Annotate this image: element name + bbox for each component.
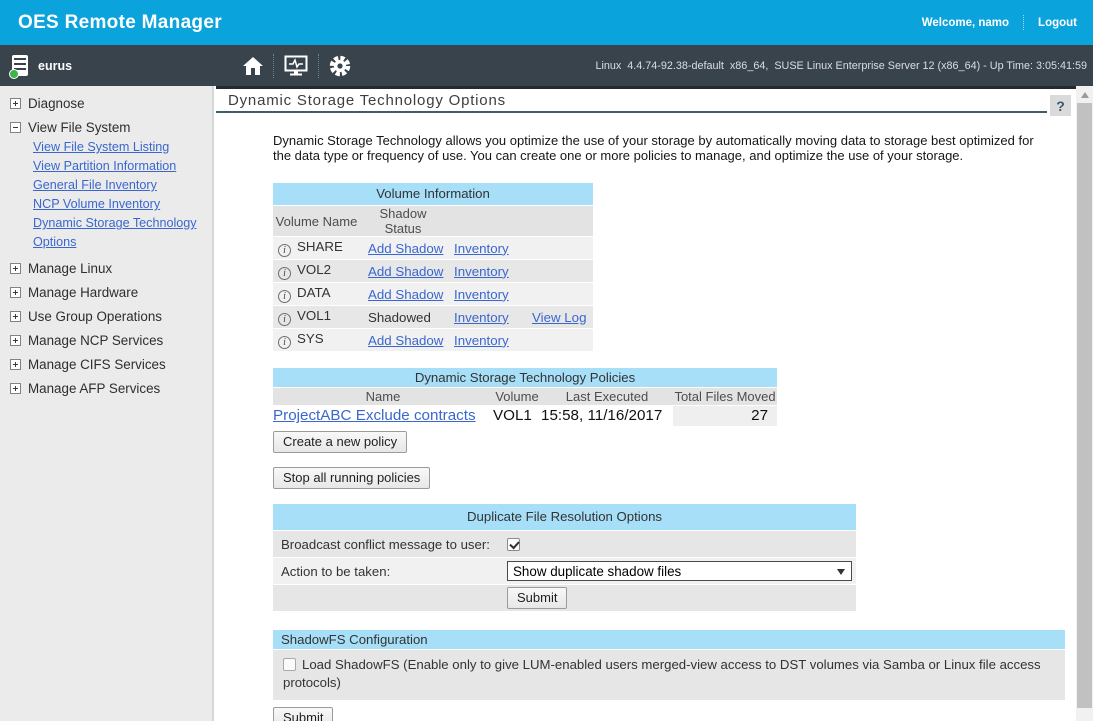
sidebar-item-manage-ncp-services[interactable]: Manage NCP Services: [0, 333, 212, 348]
sidebar-link-view-partition-information[interactable]: View Partition Information: [33, 157, 213, 176]
sidebar-link-dynamic-storage-technology-options[interactable]: Dynamic Storage Technology Options: [33, 214, 213, 252]
scrollbar-thumb[interactable]: [1077, 103, 1092, 708]
shadowfs-submit-button[interactable]: Submit: [273, 707, 333, 721]
col-volume-name: Volume Name: [273, 206, 360, 237]
add-shadow-link[interactable]: Add Shadow: [368, 264, 443, 279]
volume-row: iSHARE Add Shadow Inventory: [273, 237, 593, 260]
policy-volume: VOL1: [493, 405, 541, 426]
shadowed-status-text: Shadowed: [368, 310, 431, 325]
sidebar-item-manage-linux[interactable]: Manage Linux: [0, 261, 212, 276]
info-icon[interactable]: i: [278, 313, 291, 326]
duplicate-file-resolution-table: Duplicate File Resolution Options Broadc…: [273, 504, 856, 613]
server-name: eurus: [38, 59, 72, 73]
policies-table-title: Dynamic Storage Technology Policies: [273, 368, 777, 387]
system-info-text: Linux 4.4.74-92.38-default x86_64, SUSE …: [595, 60, 1087, 72]
statusbar-divider: [273, 54, 274, 78]
header-divider: [1023, 15, 1024, 30]
policy-total-files: 27: [673, 405, 777, 426]
broadcast-conflict-checkbox[interactable]: [507, 538, 520, 551]
logout-link[interactable]: Logout: [1038, 17, 1077, 29]
info-icon[interactable]: i: [278, 336, 291, 349]
server-icon: [12, 55, 28, 76]
dst-policies-table: Dynamic Storage Technology Policies Name…: [273, 368, 777, 427]
load-shadowfs-label: Load ShadowFS (Enable only to give LUM-e…: [283, 657, 1041, 690]
sidebar-item-diagnose[interactable]: Diagnose: [0, 96, 212, 111]
scrollbar-up-arrow[interactable]: [1076, 86, 1093, 103]
page-title: Dynamic Storage Technology Options: [216, 92, 1047, 113]
monitor-icon[interactable]: [284, 55, 308, 76]
tree-collapse-icon[interactable]: [10, 122, 21, 133]
volume-row: iVOL2 Add Shadow Inventory: [273, 260, 593, 283]
info-icon[interactable]: i: [278, 267, 291, 280]
info-icon[interactable]: i: [278, 244, 291, 257]
volume-row: iDATA Add Shadow Inventory: [273, 283, 593, 306]
add-shadow-link[interactable]: Add Shadow: [368, 241, 443, 256]
info-icon[interactable]: i: [278, 290, 291, 303]
server-status-green-dot: [9, 69, 19, 79]
tree-expand-icon[interactable]: [10, 263, 21, 274]
sidebar-item-manage-cifs-services[interactable]: Manage CIFS Services: [0, 357, 212, 372]
inventory-link[interactable]: Inventory: [454, 264, 509, 279]
broadcast-conflict-label: Broadcast conflict message to user:: [273, 531, 501, 558]
main-content: Dynamic Storage Technology Options ? Dyn…: [216, 86, 1076, 721]
volume-row: iVOL1 Shadowed Inventory View Log: [273, 306, 593, 329]
action-select-value: Show duplicate shadow files: [513, 564, 681, 579]
tree-expand-icon[interactable]: [10, 311, 21, 322]
chevron-down-icon: [837, 569, 845, 575]
inventory-link[interactable]: Inventory: [454, 241, 509, 256]
policy-name-link[interactable]: ProjectABC Exclude contracts: [273, 407, 476, 424]
duplicate-options-title: Duplicate File Resolution Options: [273, 504, 856, 531]
inventory-link[interactable]: Inventory: [454, 287, 509, 302]
policy-last-executed: 15:58, 11/16/2017: [541, 405, 673, 426]
shadowfs-section: ShadowFS Configuration Load ShadowFS (En…: [273, 630, 1065, 700]
create-new-policy-button[interactable]: Create a new policy: [273, 431, 407, 453]
stop-all-running-policies-button[interactable]: Stop all running policies: [273, 467, 430, 489]
col-total-files-moved: Total Files Moved: [673, 387, 777, 405]
server-status-bar: eurus Linux 4.4.74-92.38-default x86_64,…: [0, 45, 1093, 86]
load-shadowfs-checkbox[interactable]: [283, 658, 296, 671]
sidebar-link-general-file-inventory[interactable]: General File Inventory: [33, 176, 213, 195]
help-button[interactable]: ?: [1050, 95, 1071, 116]
tree-expand-icon[interactable]: [10, 98, 21, 109]
action-select[interactable]: Show duplicate shadow files: [507, 561, 852, 581]
shadowfs-title: ShadowFS Configuration: [273, 630, 1065, 649]
sidebar-item-view-file-system[interactable]: View File System: [0, 120, 212, 135]
inventory-link[interactable]: Inventory: [454, 333, 509, 348]
sidebar-nav: Diagnose View File System View File Syst…: [0, 86, 214, 721]
sidebar-children: View File System Listing View Partition …: [33, 138, 212, 252]
shadowfs-body: Load ShadowFS (Enable only to give LUM-e…: [273, 650, 1065, 700]
home-icon[interactable]: [243, 57, 263, 75]
volume-table-title: Volume Information: [273, 183, 593, 206]
welcome-text: Welcome, namo: [922, 17, 1009, 29]
add-shadow-link[interactable]: Add Shadow: [368, 333, 443, 348]
page-description: Dynamic Storage Technology allows you op…: [273, 133, 1045, 164]
volume-information-table: Volume Information Volume Name Shadow St…: [273, 183, 593, 353]
sidebar-link-view-file-system-listing[interactable]: View File System Listing: [33, 138, 213, 157]
policy-row: ProjectABC Exclude contracts VOL1 15:58,…: [273, 405, 777, 426]
tree-expand-icon[interactable]: [10, 335, 21, 346]
tree-expand-icon[interactable]: [10, 287, 21, 298]
tree-expand-icon[interactable]: [10, 383, 21, 394]
sidebar-link-ncp-volume-inventory[interactable]: NCP Volume Inventory: [33, 195, 213, 214]
col-last-executed: Last Executed: [541, 387, 673, 405]
tree-expand-icon[interactable]: [10, 359, 21, 370]
sidebar-item-manage-afp-services[interactable]: Manage AFP Services: [0, 381, 212, 396]
sidebar-item-manage-hardware[interactable]: Manage Hardware: [0, 285, 212, 300]
action-to-be-taken-label: Action to be taken:: [273, 558, 501, 585]
gear-icon[interactable]: [329, 55, 351, 77]
add-shadow-link[interactable]: Add Shadow: [368, 287, 443, 302]
col-shadow-status: Shadow Status: [360, 206, 446, 237]
duplicate-options-submit-button[interactable]: Submit: [507, 587, 567, 609]
sidebar-item-use-group-operations[interactable]: Use Group Operations: [0, 309, 212, 324]
statusbar-divider: [318, 54, 319, 78]
inventory-link[interactable]: Inventory: [454, 310, 509, 325]
up-triangle-icon: [1081, 92, 1089, 98]
col-name: Name: [273, 387, 493, 405]
volume-row: iSYS Add Shadow Inventory: [273, 329, 593, 352]
col-volume: Volume: [493, 387, 541, 405]
vertical-scrollbar[interactable]: [1076, 86, 1093, 721]
view-log-link[interactable]: View Log: [532, 310, 586, 325]
top-header-bar: OES Remote Manager Welcome, namo Logout: [0, 0, 1093, 45]
app-title: OES Remote Manager: [18, 12, 222, 34]
